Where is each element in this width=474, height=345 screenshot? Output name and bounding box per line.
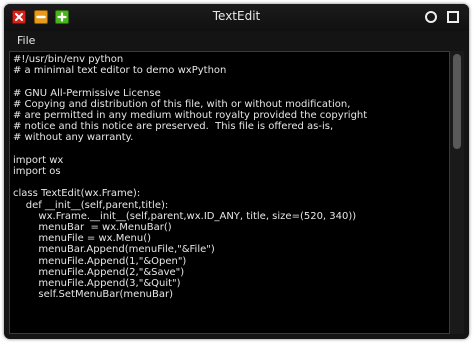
textedit-window: TextEdit File #!/usr/bin/env python # a … xyxy=(4,4,469,339)
vertical-scrollbar[interactable] xyxy=(450,51,464,334)
circle-icon[interactable] xyxy=(425,11,437,23)
scrollbar-thumb[interactable] xyxy=(453,54,461,149)
menu-bar: File xyxy=(4,31,469,51)
title-bar[interactable]: TextEdit xyxy=(4,4,469,31)
text-editor[interactable]: #!/usr/bin/env python # a minimal text e… xyxy=(9,51,450,334)
menu-file[interactable]: File xyxy=(17,34,35,47)
editor-text[interactable]: #!/usr/bin/env python # a minimal text e… xyxy=(10,52,449,300)
square-icon[interactable] xyxy=(447,11,459,23)
window-title: TextEdit xyxy=(212,9,261,23)
